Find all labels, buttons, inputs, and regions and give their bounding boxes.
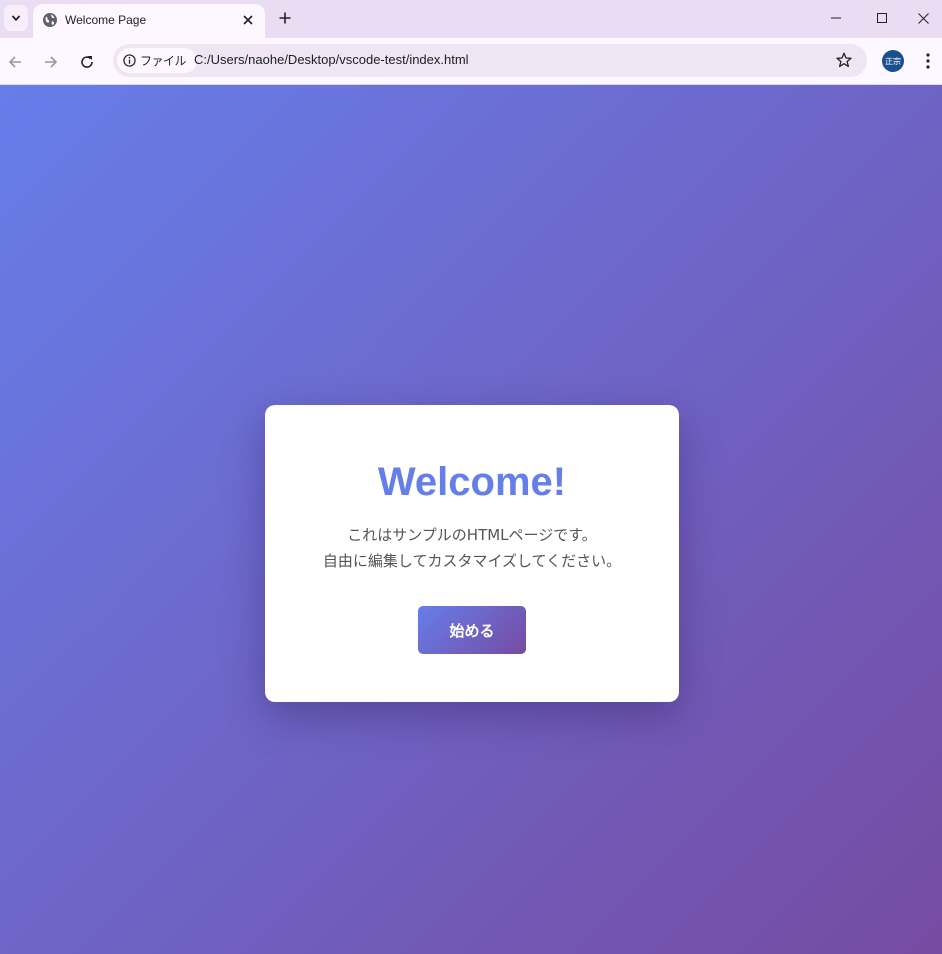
tab-close-button[interactable]	[239, 11, 257, 29]
browser-window: Welcome Page ファイル C:/Users/naohe/Desktop…	[0, 0, 942, 954]
reload-button[interactable]	[73, 48, 101, 76]
address-bar[interactable]: ファイル C:/Users/naohe/Desktop/vscode-test/…	[113, 44, 867, 77]
start-button[interactable]: 始める	[418, 606, 526, 654]
globe-icon	[43, 13, 57, 27]
reload-icon	[81, 56, 93, 68]
more-vertical-icon	[926, 53, 930, 69]
browser-menu-button[interactable]	[918, 50, 938, 72]
welcome-card: Welcome! これはサンプルのHTMLページです。 自由に編集してカスタマイ…	[265, 405, 679, 702]
forward-button[interactable]	[37, 48, 65, 76]
site-info-chip[interactable]: ファイル	[117, 48, 197, 73]
welcome-description: これはサンプルのHTMLページです。 自由に編集してカスタマイズしてください。	[265, 522, 679, 574]
description-line-2: 自由に編集してカスタマイズしてください。	[322, 552, 622, 570]
profile-avatar[interactable]: 正宗	[882, 50, 904, 72]
star-icon	[836, 52, 852, 68]
back-button[interactable]	[1, 48, 29, 76]
maximize-icon	[877, 13, 887, 23]
plus-icon	[279, 12, 291, 24]
url-text[interactable]: C:/Users/naohe/Desktop/vscode-test/index…	[194, 52, 469, 68]
info-icon	[123, 54, 136, 67]
close-icon	[917, 12, 929, 24]
close-icon	[243, 15, 253, 25]
browser-toolbar: ファイル C:/Users/naohe/Desktop/vscode-test/…	[0, 38, 942, 85]
tab-title: Welcome Page	[65, 13, 147, 27]
page-title: Welcome!	[377, 460, 567, 504]
chevron-down-icon	[11, 15, 21, 22]
arrow-left-icon	[8, 56, 21, 68]
tab-welcome-page[interactable]: Welcome Page	[33, 4, 265, 38]
arrow-right-icon	[45, 56, 58, 68]
maximize-button[interactable]	[859, 4, 905, 32]
bookmark-button[interactable]	[833, 49, 855, 71]
description-line-1: これはサンプルのHTMLページです。	[347, 526, 597, 544]
minimize-icon	[831, 17, 841, 19]
site-info-label: ファイル	[140, 54, 187, 68]
new-tab-button[interactable]	[274, 7, 296, 29]
close-window-button[interactable]	[904, 4, 942, 32]
page-viewport: Welcome! これはサンプルのHTMLページです。 自由に編集してカスタマイ…	[0, 85, 942, 954]
minimize-button[interactable]	[813, 4, 859, 32]
tab-strip: Welcome Page	[0, 0, 942, 38]
tab-search-button[interactable]	[4, 5, 28, 31]
